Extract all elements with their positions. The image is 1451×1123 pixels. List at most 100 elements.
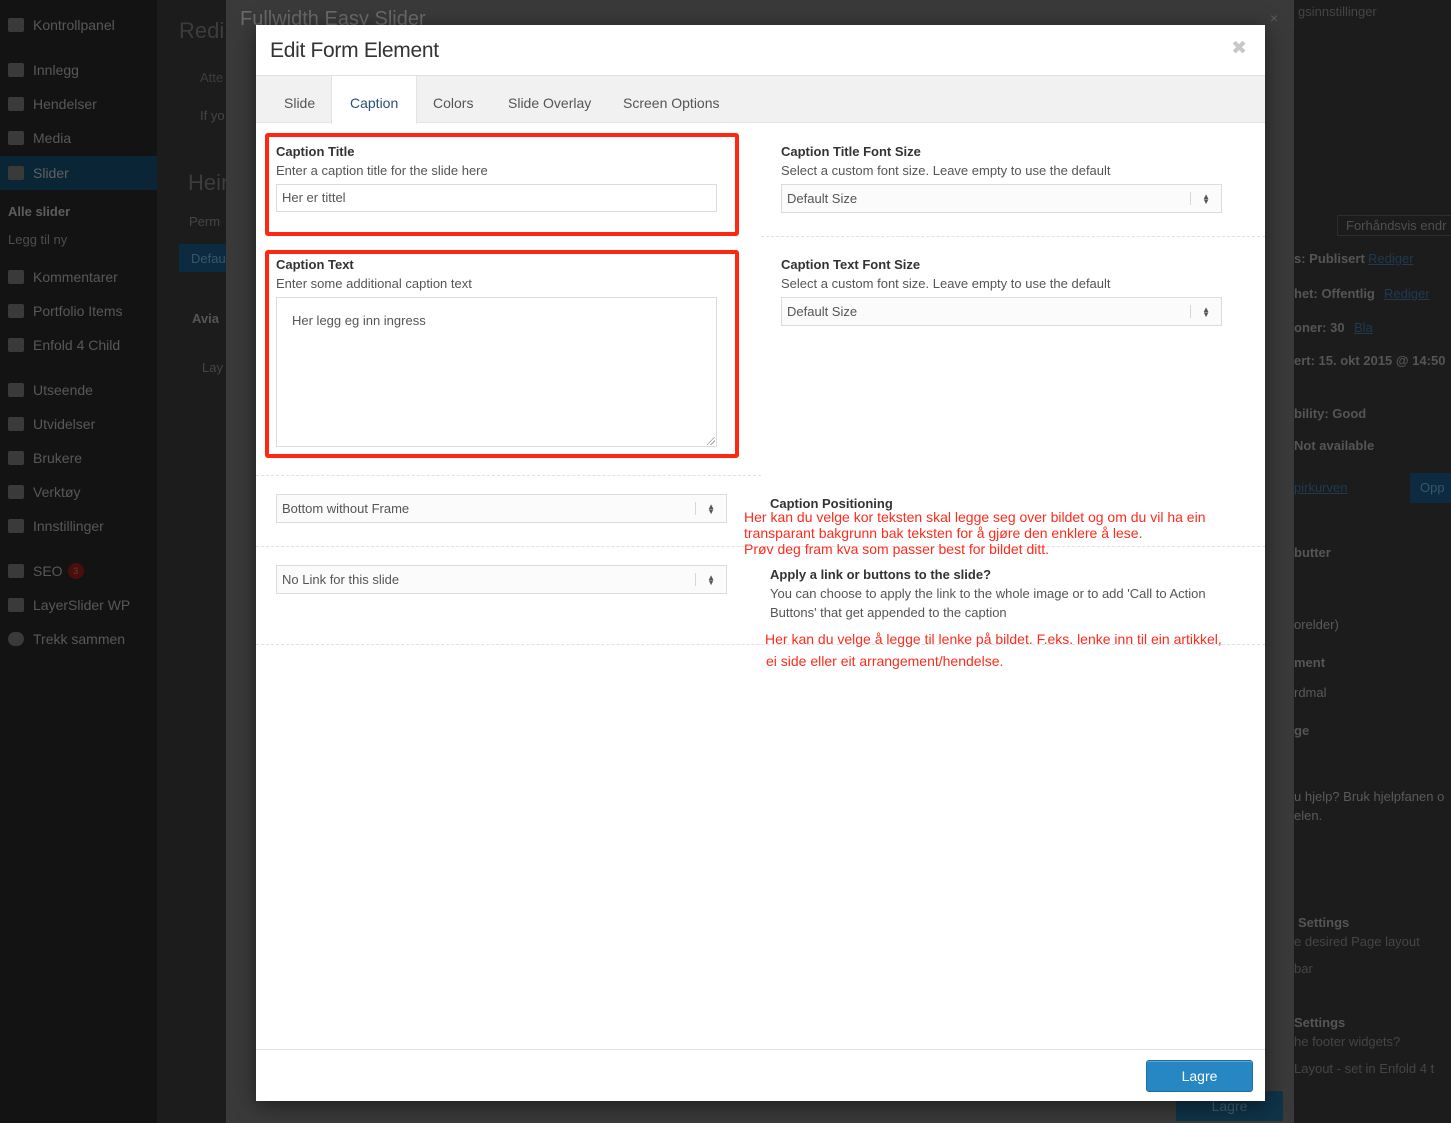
caption-positioning-select[interactable]: Bottom without Frame ▲ ▼ [276, 494, 727, 523]
positioning-annotation-3: Prøv deg fram kva som passer best for bi… [744, 541, 1050, 557]
slide-link-description-2: Buttons' that get appended to the captio… [770, 605, 1007, 620]
caption-text-font-size-select[interactable]: Default Size ▲ ▼ [781, 297, 1222, 326]
tab-caption[interactable]: Caption [331, 76, 418, 124]
home-icon [8, 338, 24, 352]
tab-bar: Slide Caption Colors Slide Overlay Scree… [256, 76, 1265, 124]
brush-icon [8, 383, 24, 397]
preview-changes-button[interactable]: Forhåndsvis endr [1337, 215, 1451, 236]
modal-title: Edit Form Element [270, 39, 439, 62]
permalink-fragment: Perm [189, 214, 221, 229]
tab-screen-options[interactable]: Screen Options [605, 76, 738, 124]
layout-settings-desc: e desired Page layout [1294, 934, 1420, 949]
slide-link-description-1: You can choose to apply the link to the … [770, 586, 1206, 601]
screen-options-toggle[interactable]: gsinnstillinger [1298, 4, 1377, 19]
builder-close-icon[interactable]: × [1270, 10, 1278, 26]
footer-settings-desc: he footer widgets? [1294, 1034, 1401, 1049]
menu-item-portfolio[interactable]: Portfolio Items [8, 301, 122, 321]
tab-slide-overlay[interactable]: Slide Overlay [490, 76, 609, 124]
menu-item-seo[interactable]: SEO 3 [8, 561, 84, 581]
menu-item-tools[interactable]: Verktøy [8, 482, 80, 502]
menu-item-slider[interactable]: Slider [0, 156, 157, 190]
sidebar-setting: bar [1294, 961, 1313, 976]
positioning-annotation-1: Her kan du velge kor teksten skal legge … [744, 509, 1206, 525]
wrench-icon [8, 485, 24, 499]
menu-item-dashboard[interactable]: Kontrollpanel [8, 15, 115, 35]
order-label: ge [1294, 723, 1310, 738]
trash-link[interactable]: pirkurven [1294, 480, 1347, 495]
post-heading-fragment: Heir [188, 170, 229, 195]
select-arrows-icon: ▲ ▼ [1202, 191, 1210, 206]
help-text-2: elen. [1294, 808, 1323, 823]
template-label: ment [1294, 655, 1326, 670]
caption-text-font-size-description: Select a custom font size. Leave empty t… [781, 276, 1111, 291]
update-button[interactable]: Opp [1410, 473, 1451, 503]
caption-title-font-size-label: Caption Title Font Size [781, 144, 921, 159]
menu-item-collapse[interactable]: Trekk sammen [8, 629, 125, 649]
tab-colors[interactable]: Colors [415, 76, 491, 124]
avia-builder-label: Avia [192, 311, 219, 326]
settings-icon [8, 519, 24, 533]
edit-status-link[interactable]: Rediger [1368, 251, 1414, 266]
menu-item-settings[interactable]: Innstillinger [8, 516, 104, 536]
help-text-1: u hjelp? Bruk hjelpfanen o [1294, 789, 1445, 804]
submenu-add-new[interactable]: Legg til ny [8, 229, 67, 249]
caption-title-font-size-value: Default Size [787, 191, 858, 206]
template-select[interactable]: rdmal [1294, 685, 1327, 700]
caption-title-font-size-select[interactable]: Default Size ▲ ▼ [781, 184, 1222, 213]
menu-item-theme[interactable]: Enfold 4 Child [8, 335, 120, 355]
menu-item-media[interactable]: Media [8, 128, 71, 148]
browse-revisions-link[interactable]: Bla [1354, 320, 1373, 335]
visibility-status: het: Offentlig [1294, 286, 1375, 301]
menu-item-layerslider[interactable]: LayerSlider WP [8, 595, 130, 615]
select-arrows-icon: ▲ ▼ [1202, 304, 1210, 319]
select-divider [1190, 192, 1191, 205]
caption-positioning-value: Bottom without Frame [282, 501, 410, 516]
slider-icon [8, 166, 24, 180]
slide-link-select[interactable]: No Link for this slide ▲ ▼ [276, 565, 727, 594]
menu-item-appearance[interactable]: Utseende [8, 380, 93, 400]
menu-item-users[interactable]: Brukere [8, 448, 82, 468]
caption-text-highlight [265, 250, 739, 458]
comment-icon [8, 270, 24, 284]
slide-link-label: Apply a link or buttons to the slide? [770, 567, 992, 582]
modal-header: Edit Form Element ✖ [256, 25, 1265, 76]
positioning-annotation-2: transparant bakgrunn bak teksten for å g… [744, 525, 1143, 541]
seo-count-badge: 3 [67, 563, 84, 579]
select-divider [695, 502, 696, 515]
link-annotation-1: Her kan du velge å legge til lenke på bi… [765, 631, 1222, 647]
parent-select[interactable]: orelder) [1294, 617, 1339, 632]
menu-item-plugins[interactable]: Utvidelser [8, 414, 95, 434]
select-arrows-icon: ▲ ▼ [707, 501, 715, 516]
collapse-icon [8, 632, 24, 646]
save-button[interactable]: Lagre [1146, 1060, 1253, 1092]
menu-item-posts[interactable]: Innlegg [8, 60, 79, 80]
default-editor-button[interactable]: Defau [179, 244, 227, 272]
edit-visibility-link[interactable]: Rediger [1384, 286, 1430, 301]
revisions-count: oner: 30 [1294, 320, 1345, 335]
layers-icon [8, 598, 24, 612]
caption-text-font-size-value: Default Size [787, 304, 858, 319]
seo-icon [8, 564, 24, 578]
portfolio-icon [8, 304, 24, 318]
footer-default-select[interactable]: Layout - set in Enfold 4 t [1294, 1061, 1434, 1076]
layout-fragment: Lay [202, 360, 223, 375]
link-annotation-2: ei side eller eit arrangement/hendelse. [766, 653, 1004, 669]
row-divider [761, 236, 1265, 237]
caption-title-highlight [265, 133, 739, 236]
dashboard-icon [8, 18, 24, 32]
plugin-icon [8, 417, 24, 431]
footer-settings-heading: Settings [1294, 1015, 1346, 1030]
select-divider [1190, 305, 1191, 318]
caption-title-font-size-description: Select a custom font size. Leave empty t… [781, 163, 1111, 178]
media-icon [8, 131, 24, 145]
menu-item-events[interactable]: Hendelser [8, 94, 97, 114]
menu-item-comments[interactable]: Kommentarer [8, 267, 118, 287]
page-title-fragment: Redi [179, 18, 225, 43]
user-icon [8, 451, 24, 465]
tab-slide[interactable]: Slide [266, 76, 333, 124]
layout-settings-heading: Settings [1298, 915, 1350, 930]
close-icon[interactable]: ✖ [1231, 39, 1247, 59]
pin-icon [8, 63, 24, 77]
caption-text-font-size-label: Caption Text Font Size [781, 257, 921, 272]
submenu-all-sliders[interactable]: Alle slider [8, 201, 70, 221]
